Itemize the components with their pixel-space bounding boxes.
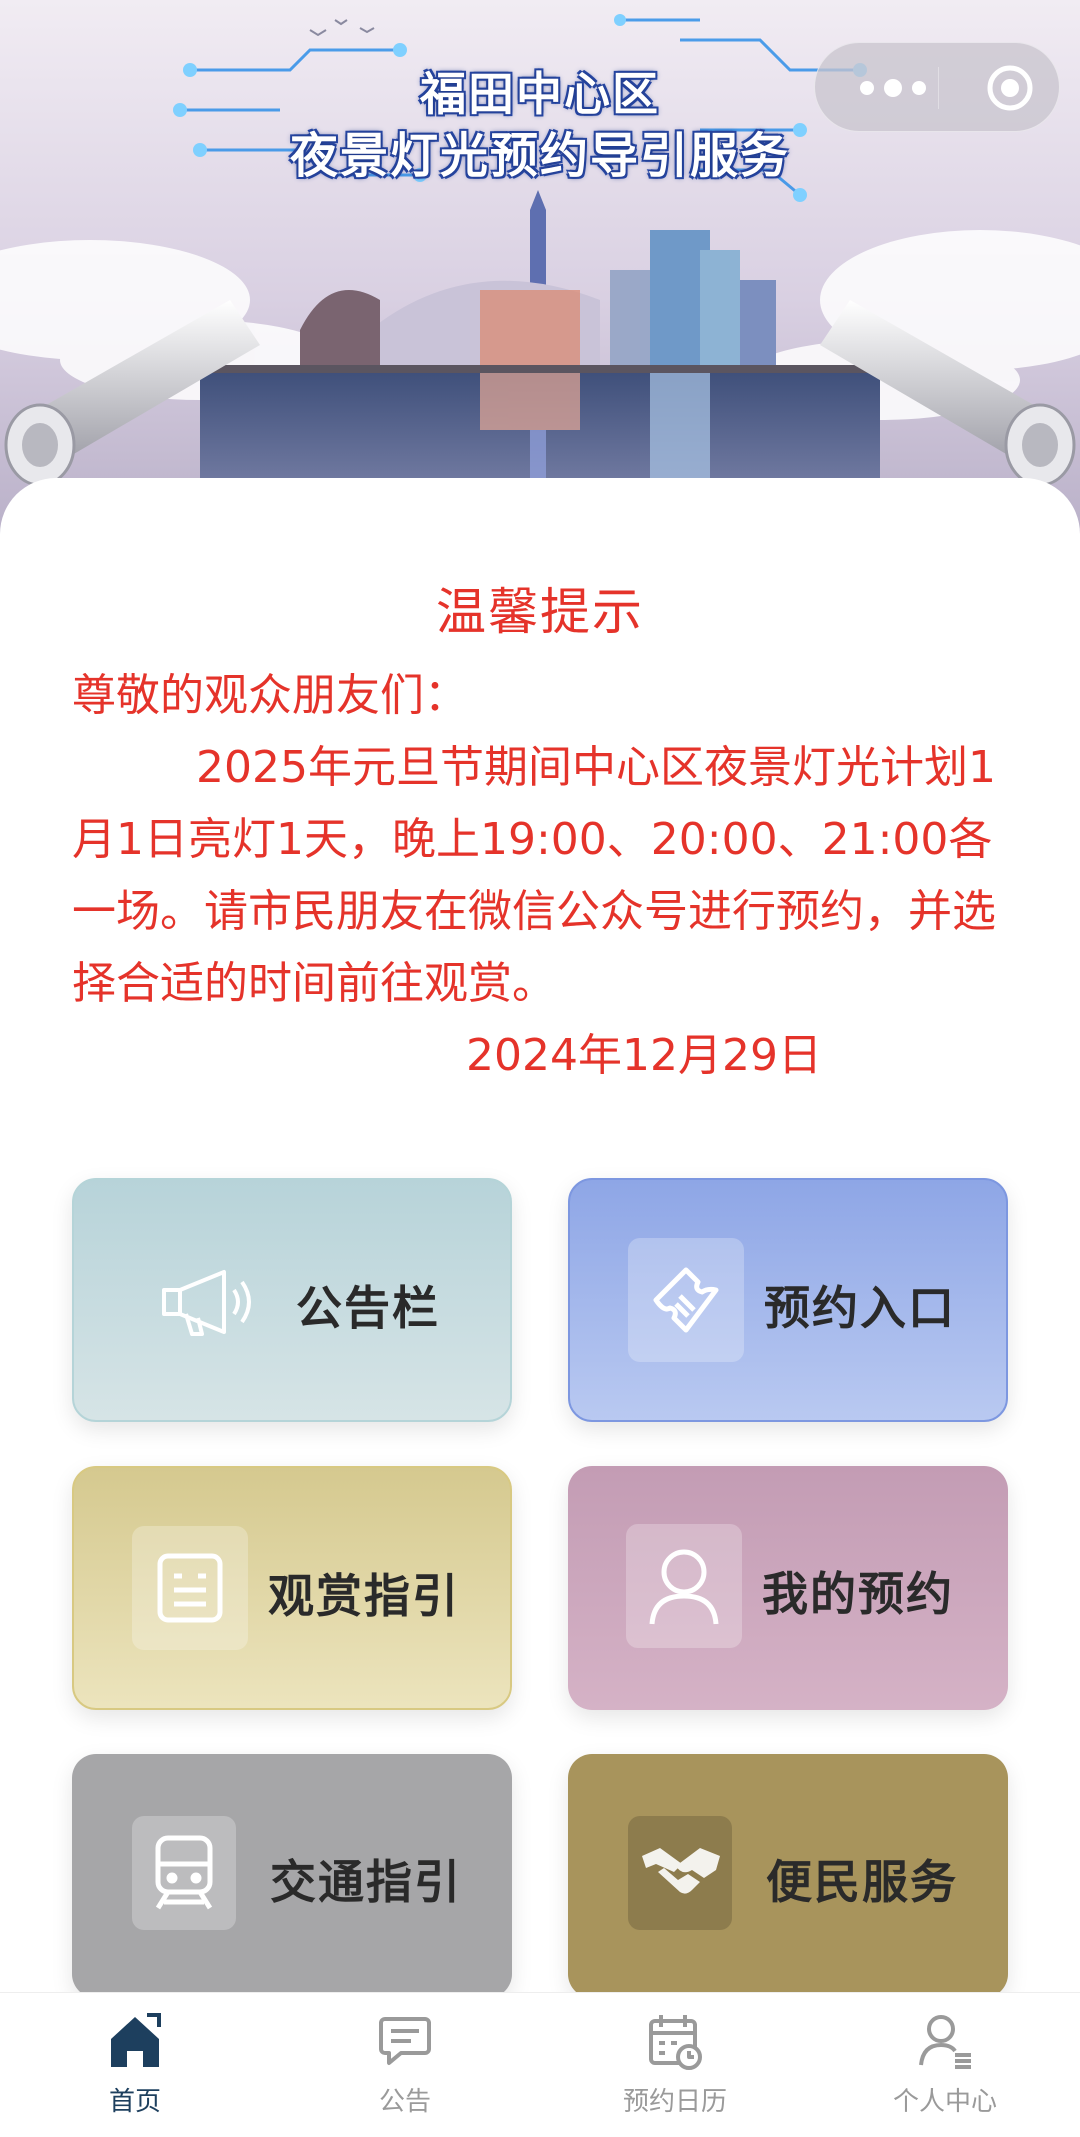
tile-label: 便民服务 [766,1855,958,1909]
tab-announcements[interactable]: 公告 [270,1993,540,2137]
icon-box [626,1524,742,1648]
circle-target-icon[interactable] [985,63,1035,113]
tab-label: 公告 [378,2087,431,2117]
home-icon [111,2013,161,2067]
tile-reservation-entry[interactable]: 预约入口 [568,1178,1008,1422]
tile-label: 预约入口 [764,1281,956,1335]
bottom-tab-bar: 首页 公告 预约日历 个人中心 [0,1992,1080,2137]
more-dots-icon[interactable] [853,71,933,105]
tile-label: 交通指引 [270,1855,462,1909]
tab-label: 预约日历 [622,2087,727,2117]
icon-box [132,1526,248,1650]
notice-body: 2025年元旦节期间中心区夜景灯光计划1月1日亮灯1天，晚上19:00、20:0… [72,742,996,1009]
megaphone-icon [162,1270,251,1336]
miniprogram-capsule [814,42,1060,132]
tab-home[interactable]: 首页 [0,1993,270,2137]
tile-label: 公告栏 [296,1281,440,1335]
chat-icon [379,2017,431,2065]
user-icon [649,1549,719,1625]
tab-label: 个人中心 [892,2087,997,2117]
tile-my-reservations[interactable]: 我的预约 [568,1466,1008,1710]
icon-box [132,1816,236,1930]
notice-date: 2024年12月29日 [466,1030,822,1081]
ticket-icon [653,1267,719,1333]
icon-box [628,1238,744,1362]
handshake-icon [642,1848,720,1894]
notice-title: 温馨提示 [436,583,644,641]
tile-transport-guide[interactable]: 交通指引 [72,1754,512,1998]
tab-reservation-calendar[interactable]: 预约日历 [540,1993,810,2137]
document-icon [157,1553,223,1623]
tile-label: 观赏指引 [268,1569,460,1623]
tile-viewing-guide[interactable]: 观赏指引 [72,1466,512,1710]
tile-label: 我的预约 [762,1567,954,1621]
person-icon [919,2015,971,2069]
tile-convenience-services[interactable]: 便民服务 [568,1754,1008,1998]
capsule-divider [938,67,939,109]
tab-personal-center[interactable]: 个人中心 [810,1993,1080,2137]
icon-box [628,1816,732,1930]
calendar-icon [649,2015,702,2070]
train-icon [155,1835,213,1910]
tile-bulletin-board[interactable]: 公告栏 [72,1178,512,1422]
tab-label: 首页 [108,2087,161,2117]
notice-greeting: 尊敬的观众朋友们： [72,670,468,721]
header-banner: 福田中心区 夜景灯光预约导引服务 [0,0,1080,540]
